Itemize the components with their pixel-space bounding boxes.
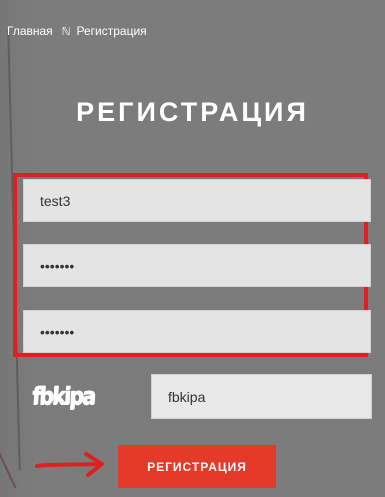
breadcrumb: Главная ℕ Регистрация (7, 24, 147, 38)
breadcrumb-separator: ℕ (61, 25, 71, 38)
username-field[interactable] (23, 179, 371, 222)
password-field[interactable] (23, 244, 371, 287)
captcha-input[interactable] (151, 374, 372, 419)
captcha-image: fbkipa (31, 378, 110, 414)
password-confirm-field[interactable] (23, 310, 371, 353)
arrow-right-icon (35, 452, 104, 477)
breadcrumb-home-link[interactable]: Главная (7, 24, 53, 38)
captcha-image-text: fbkipa (31, 382, 96, 410)
page-title: РЕГИСТРАЦИЯ (76, 97, 309, 127)
breadcrumb-current: Регистрация (76, 24, 147, 38)
register-button[interactable]: РЕГИСТРАЦИЯ (118, 445, 276, 488)
